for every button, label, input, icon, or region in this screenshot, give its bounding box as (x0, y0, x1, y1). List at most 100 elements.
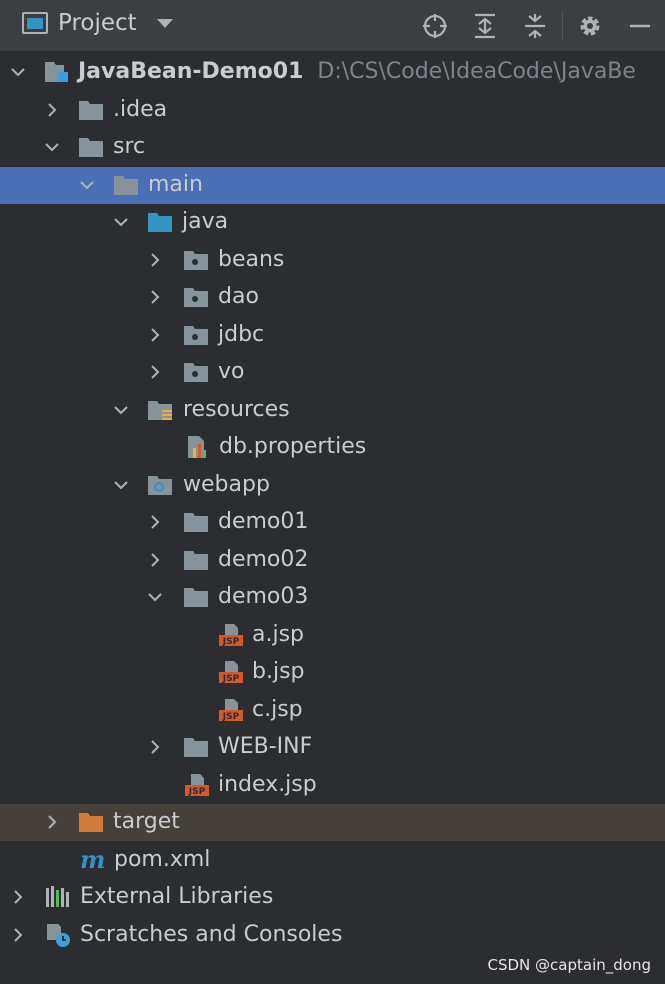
tree-item-jdbc[interactable]: jdbc (0, 317, 665, 354)
folder-icon (183, 548, 209, 572)
maven-icon (79, 848, 105, 872)
collapse-all-icon (525, 14, 545, 38)
tree-item-beans[interactable]: beans (0, 242, 665, 279)
chevron-down-icon[interactable] (145, 587, 165, 607)
chevron-right-icon[interactable] (145, 362, 165, 382)
library-icon (45, 885, 71, 909)
chevron-down-icon[interactable] (111, 475, 131, 495)
hide-button[interactable] (615, 0, 665, 52)
tree-item-label: java (182, 209, 229, 234)
properties-file-icon (185, 435, 211, 459)
project-toolbar: Project (0, 0, 665, 52)
tree-item-c-jsp[interactable]: c.jsp (0, 692, 665, 729)
tree-item-label: demo01 (218, 509, 309, 534)
web-folder-icon (147, 473, 173, 497)
tree-item-label: pom.xml (114, 846, 211, 872)
tree-item-vo[interactable]: vo (0, 354, 665, 391)
chevron-right-icon[interactable] (42, 100, 62, 120)
tree-item-b-jsp[interactable]: b.jsp (0, 654, 665, 691)
tree-item-scratches[interactable]: Scratches and Consoles (0, 917, 665, 954)
chevron-right-icon[interactable] (145, 250, 165, 270)
tree-item-label: vo (218, 359, 245, 384)
tree-item-db-properties[interactable]: db.properties (0, 429, 665, 466)
gear-icon (580, 16, 600, 36)
chevron-right-icon[interactable] (145, 737, 165, 757)
tree-item-root[interactable]: JavaBean-Demo01 D:\CS\Code\IdeaCode\JavaB… (0, 54, 665, 91)
tree-item-label: dao (218, 284, 259, 309)
tree-item-target[interactable]: target (0, 804, 665, 841)
tree-item-label: demo02 (218, 546, 309, 572)
jsp-file-icon (218, 698, 244, 722)
tree-item-label: jdbc (218, 321, 265, 347)
tree-item-label: c.jsp (252, 696, 303, 722)
tree-item-java[interactable]: java (0, 204, 665, 241)
tree-item-label: Scratches and Consoles (80, 921, 343, 947)
tree-item-label: target (113, 809, 180, 834)
tree-item-dao[interactable]: dao (0, 279, 665, 316)
chevron-down-icon[interactable] (111, 400, 131, 420)
watermark: CSDN @captain_dong (487, 956, 651, 974)
tree-item-pom-xml[interactable]: pom.xml (0, 842, 665, 879)
tree-item-label: index.jsp (218, 771, 317, 797)
tree-item-label: JavaBean-Demo01 D:\CS\Code\IdeaCode\JavaB… (78, 58, 636, 86)
tree-item-label: .idea (113, 96, 168, 122)
toolbar-separator (562, 11, 563, 41)
project-view-selector[interactable]: Project (22, 10, 173, 36)
chevron-right-icon[interactable] (145, 550, 165, 570)
expand-all-button[interactable] (460, 0, 510, 52)
package-icon (183, 323, 209, 347)
tree-item-label: demo03 (218, 584, 309, 609)
root-module-path: D:\CS\Code\IdeaCode\JavaBe (317, 59, 636, 84)
chevron-right-icon[interactable] (145, 287, 165, 307)
folder-icon (183, 510, 209, 534)
tree-item-a-jsp[interactable]: a.jsp (0, 617, 665, 654)
tree-item-label: beans (218, 246, 285, 272)
folder-icon (78, 135, 104, 159)
tree-item-web-inf[interactable]: WEB-INF (0, 729, 665, 766)
jsp-file-icon (218, 623, 244, 647)
chevron-right-icon[interactable] (145, 325, 165, 345)
tree-item-label: resources (183, 396, 290, 422)
tree-item-label: src (113, 134, 146, 159)
chevron-right-icon[interactable] (8, 925, 28, 945)
chevron-right-icon[interactable] (145, 512, 165, 532)
tree-item-webapp[interactable]: webapp (0, 467, 665, 504)
chevron-right-icon[interactable] (8, 887, 28, 907)
tree-item-idea[interactable]: .idea (0, 92, 665, 129)
collapse-all-button[interactable] (510, 0, 560, 52)
options-button[interactable] (565, 0, 615, 52)
tree-item-label: main (148, 171, 203, 197)
folder-icon (183, 735, 209, 759)
tree-item-main[interactable]: main (0, 166, 665, 204)
root-module-name: JavaBean-Demo01 (78, 59, 304, 84)
tree-item-index-jsp[interactable]: index.jsp (0, 767, 665, 804)
package-icon (183, 285, 209, 309)
chevron-right-icon[interactable] (42, 812, 62, 832)
package-icon (183, 360, 209, 384)
tree-item-resources[interactable]: resources (0, 392, 665, 429)
module-icon (44, 60, 70, 84)
tree-item-label: b.jsp (252, 659, 305, 684)
locate-file-button[interactable] (410, 0, 460, 52)
tree-item-label: External Libraries (80, 884, 274, 909)
tree-item-src[interactable]: src (0, 129, 665, 166)
source-folder-icon (147, 210, 173, 234)
tree-item-demo03[interactable]: demo03 (0, 579, 665, 616)
project-window-icon (22, 12, 48, 34)
folder-icon (183, 585, 209, 609)
minimize-icon (630, 24, 650, 28)
tree-item-external-libraries[interactable]: External Libraries (0, 879, 665, 916)
chevron-down-icon[interactable] (8, 62, 28, 82)
tree-item-label: a.jsp (252, 621, 305, 647)
tree-item-label: webapp (183, 471, 270, 497)
crosshair-icon (423, 14, 447, 38)
tree-item-label: WEB-INF (218, 734, 313, 759)
chevron-down-icon[interactable] (111, 212, 131, 232)
tree-item-demo02[interactable]: demo02 (0, 542, 665, 579)
folder-icon (113, 173, 139, 197)
package-icon (183, 248, 209, 272)
chevron-down-icon[interactable] (77, 175, 97, 195)
chevron-down-icon[interactable] (42, 137, 62, 157)
chevron-down-icon[interactable] (156, 18, 173, 28)
tree-item-demo01[interactable]: demo01 (0, 504, 665, 541)
